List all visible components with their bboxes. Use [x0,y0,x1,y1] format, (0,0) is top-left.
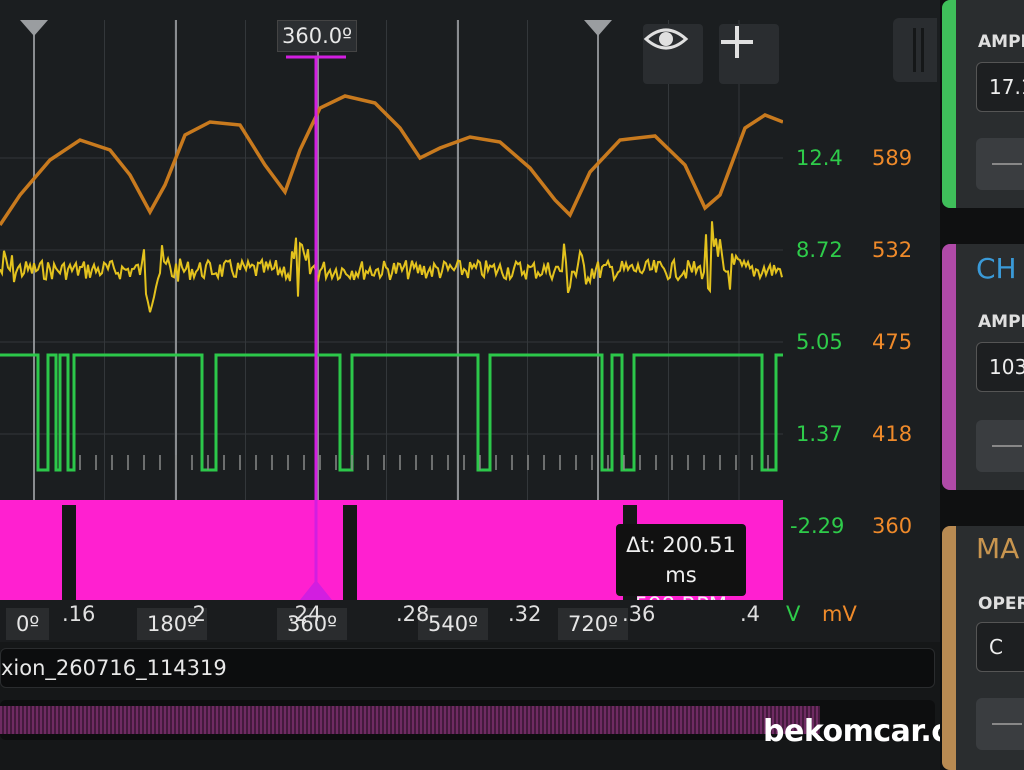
waveform-svg[interactable] [0,0,940,600]
channel-card[interactable]: AMPL 17.1 [942,0,1024,208]
amplitude-decrease-button[interactable] [976,138,1024,190]
visibility-button[interactable] [643,24,703,84]
minus-icon [992,163,1022,165]
delta-time: Δt: 200.51 ms [626,533,736,587]
scale-v-label: 5.05 [796,330,843,354]
scale-v-label: 8.72 [796,238,843,262]
scale-mv-label: 418 [872,422,913,446]
channel-color-stripe [942,0,956,208]
magenta-gap [343,505,357,600]
degree-marker[interactable]: 0º [6,608,50,640]
minus-icon [992,445,1022,447]
x-tick-label: .24 [288,602,322,626]
channel-color-stripe [942,244,956,490]
operation-field[interactable]: C [976,622,1024,672]
math-card[interactable]: MA OPER C [942,526,1024,770]
magenta-gap [62,505,76,600]
panel-drag-handle[interactable] [893,18,937,82]
x-tick-label: .32 [508,602,542,626]
amplitude-label: AMPL [978,312,1024,332]
amplitude-label: AMPL [978,32,1024,52]
time-axis: 0º 180º 360º 540º 720º .16 .2 .24 .28 .3… [0,600,940,642]
scale-area [783,0,940,600]
x-tick-label: .16 [62,602,96,626]
file-name: xion_260716_114319 [1,656,227,680]
scale-v-label: 1.37 [796,422,843,446]
degree-marker[interactable]: 720º [558,608,628,640]
amplitude-field[interactable]: 17.1 [976,62,1024,112]
scale-mv-label: 475 [872,330,913,354]
x-tick-label: .2 [186,602,207,626]
cursor-angle-label[interactable]: 360.0º [277,20,357,52]
scale-mv-label: 532 [872,238,913,262]
scale-v-label: 12.4 [796,146,843,170]
x-tick-label: .36 [622,602,656,626]
eye-icon [643,28,689,50]
orange-trace [0,94,784,226]
file-name-bar[interactable]: xion_260716_114319 [0,648,935,688]
overview-waveform [0,706,820,734]
green-trace [0,353,783,472]
yellow-trace [0,221,783,313]
math-header: MA [976,532,1020,565]
waveform-plot[interactable]: 360.0º 12.4 8.72 5.05 1.37 -2.29 589 532… [0,0,940,600]
channel-card[interactable]: CH AMPL 103 [942,244,1024,490]
add-button[interactable] [719,24,779,84]
x-tick-label: .28 [396,602,430,626]
scale-mv-label: 589 [872,146,913,170]
channel-panel: AMPL 17.1 CH AMPL 103 MA OPER C [940,0,1024,770]
marker-triangle [20,20,48,36]
minus-icon [992,723,1022,725]
operation-button[interactable] [976,698,1024,750]
x-tick-label: .4 [740,602,761,626]
scale-v-label: -2.29 [790,514,845,538]
amplitude-decrease-button[interactable] [976,420,1024,472]
x-unit-v: V [786,602,801,626]
operation-label: OPER [978,594,1024,614]
marker-triangle [584,20,612,36]
scale-mv-label: 360 [872,514,913,538]
channel-header: CH [976,252,1017,285]
x-unit-mv: mV [822,602,857,626]
rpm-value: 598 RPM [616,590,746,600]
amplitude-field[interactable]: 103 [976,342,1024,392]
plus-icon [721,26,753,58]
channel-color-stripe [942,526,956,770]
measurement-box: Δt: 200.51 ms 598 RPM [616,524,746,600]
